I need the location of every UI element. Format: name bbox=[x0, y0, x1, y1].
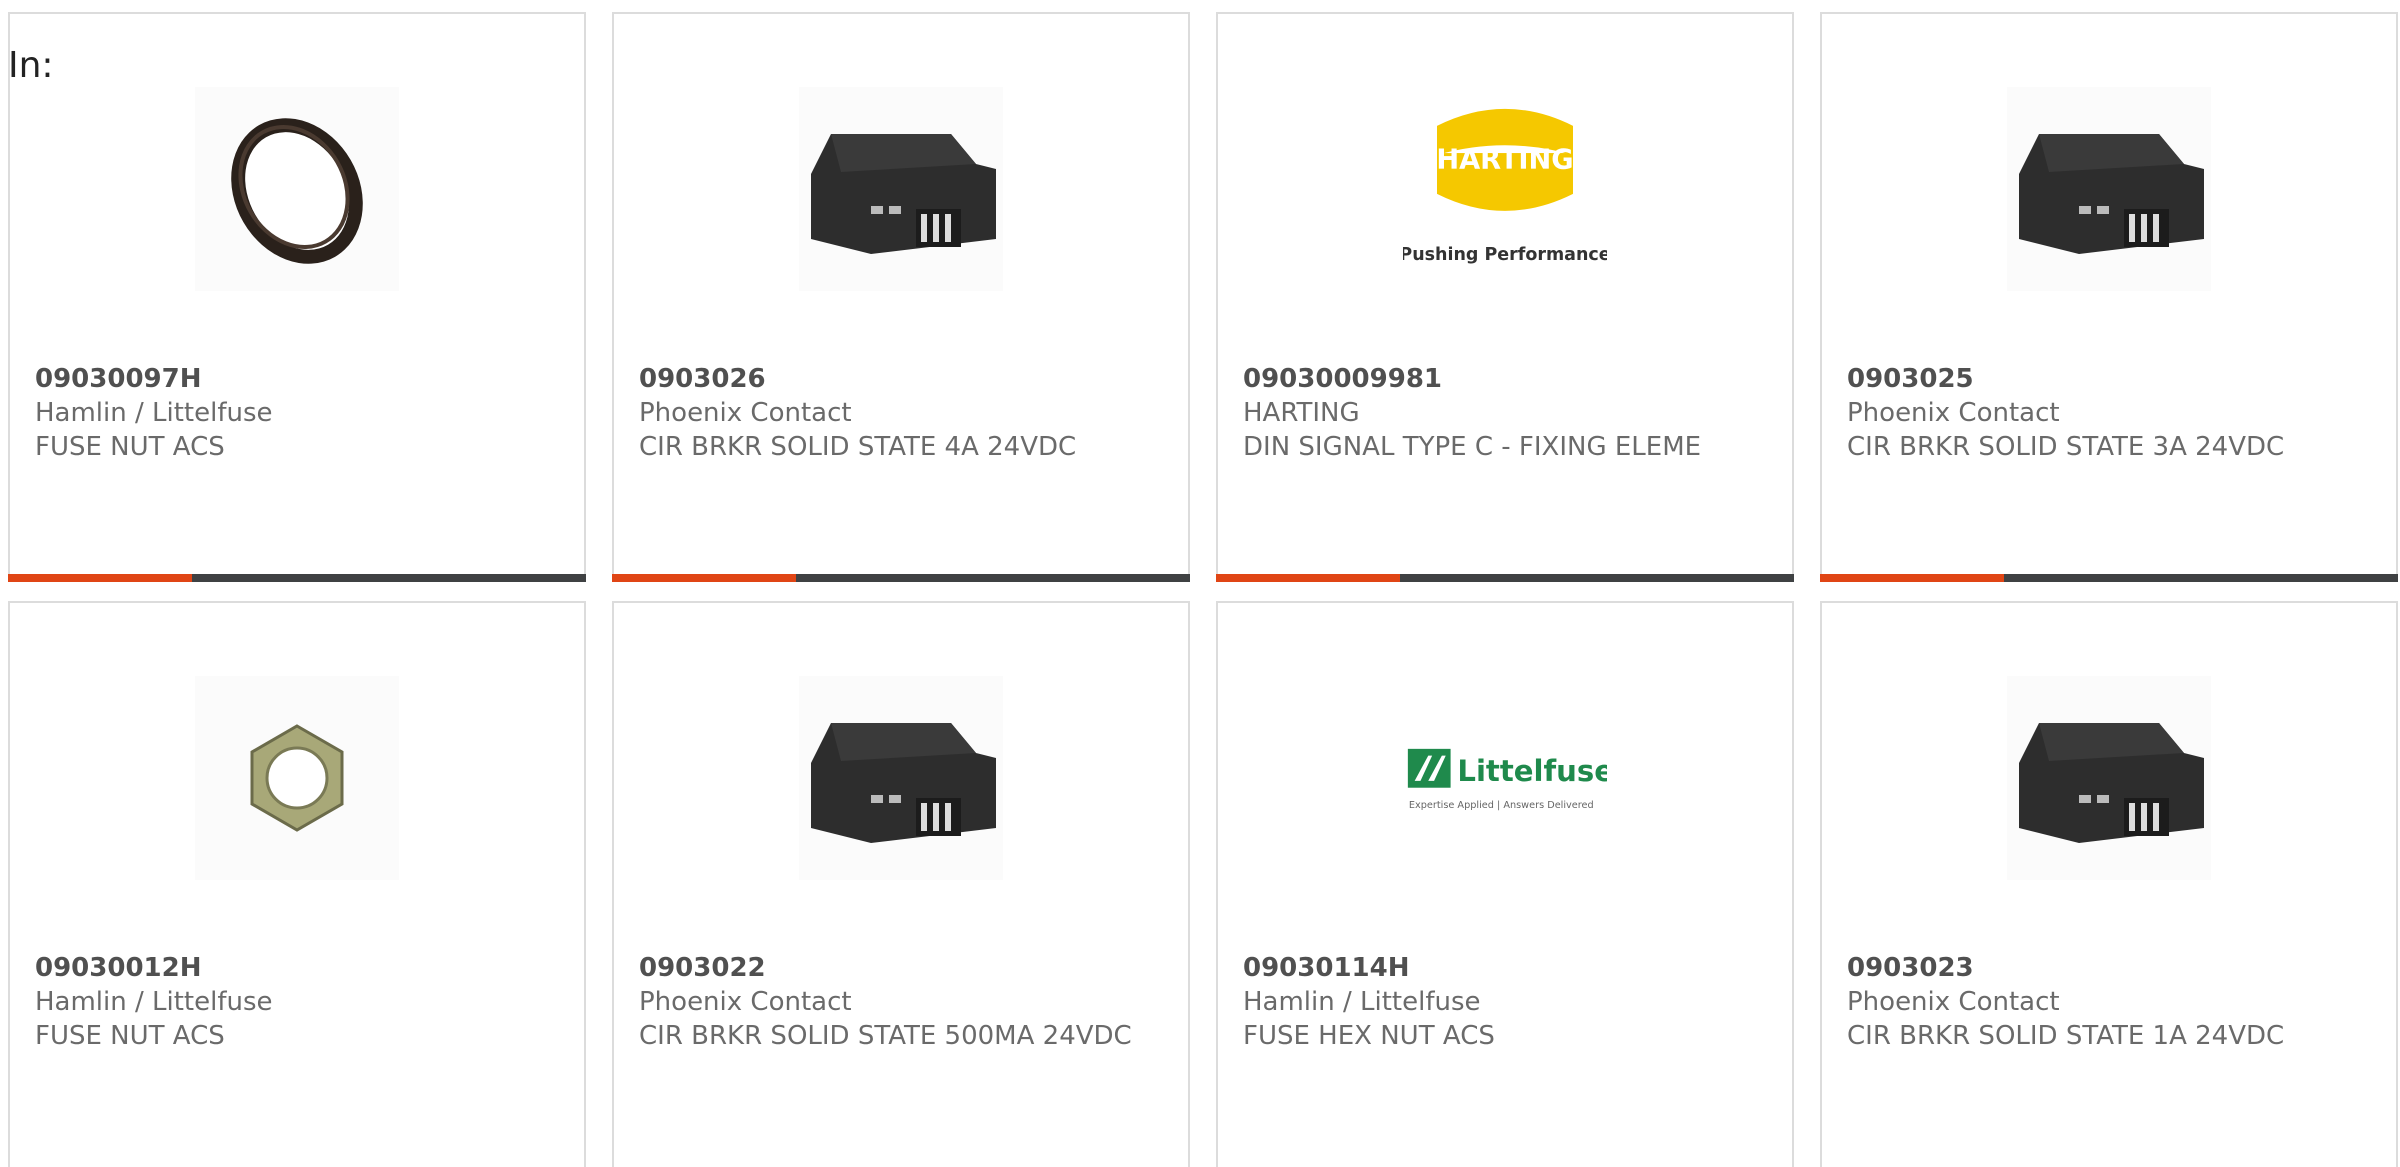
product-image[interactable]: HARTING Pushing Performance bbox=[1403, 87, 1607, 291]
product-image[interactable] bbox=[2007, 676, 2211, 880]
product-info: 09030097H Hamlin / Littelfuse FUSE NUT A… bbox=[35, 362, 564, 464]
part-number[interactable]: 0903025 bbox=[1847, 362, 2376, 396]
littelfuse-logo-text: Littelfuse bbox=[1457, 754, 1607, 788]
card-accent-bar bbox=[1820, 574, 2004, 582]
product-info: 09030114H Hamlin / Littelfuse FUSE HEX N… bbox=[1243, 951, 1772, 1053]
brand-name: Hamlin / Littelfuse bbox=[35, 398, 273, 428]
product-description: CIR BRKR SOLID STATE 3A 24VDC bbox=[1847, 432, 2285, 462]
card-footer-bar bbox=[1216, 574, 1794, 582]
product-image[interactable] bbox=[799, 676, 1003, 880]
product-description: DIN SIGNAL TYPE C - FIXING ELEME bbox=[1243, 432, 1702, 462]
part-number[interactable]: 09030097H bbox=[35, 362, 564, 396]
product-image[interactable] bbox=[799, 87, 1003, 291]
product-info: 0903025 Phoenix Contact CIR BRKR SOLID S… bbox=[1847, 362, 2376, 464]
product-description: CIR BRKR SOLID STATE 1A 24VDC bbox=[1847, 1021, 2285, 1051]
brand-name: Hamlin / Littelfuse bbox=[1243, 987, 1481, 1017]
product-card[interactable]: 09030012H Hamlin / Littelfuse FUSE NUT A… bbox=[8, 601, 586, 1167]
brand-name: Phoenix Contact bbox=[639, 987, 852, 1017]
in-filter-label: In: bbox=[8, 45, 54, 86]
product-grid: 09030097H Hamlin / Littelfuse FUSE NUT A… bbox=[0, 0, 2400, 1167]
card-accent-bar bbox=[1216, 574, 1400, 582]
product-card[interactable]: 0903022 Phoenix Contact CIR BRKR SOLID S… bbox=[612, 601, 1190, 1167]
part-number[interactable]: 0903023 bbox=[1847, 951, 2376, 985]
harting-logo-text: HARTING bbox=[1436, 145, 1573, 176]
brand-name: Hamlin / Littelfuse bbox=[35, 987, 273, 1017]
hex-nut-icon bbox=[250, 724, 344, 832]
part-number[interactable]: 09030012H bbox=[35, 951, 564, 985]
part-number[interactable]: 0903026 bbox=[639, 362, 1168, 396]
part-number[interactable]: 09030114H bbox=[1243, 951, 1772, 985]
din-breaker-icon bbox=[2019, 134, 2204, 254]
product-description: CIR BRKR SOLID STATE 500MA 24VDC bbox=[639, 1021, 1132, 1051]
din-breaker-icon bbox=[811, 134, 996, 254]
product-description: CIR BRKR SOLID STATE 4A 24VDC bbox=[639, 432, 1077, 462]
card-footer-bar bbox=[1820, 574, 2398, 582]
product-card[interactable]: HARTING Pushing Performance 09030009981 … bbox=[1216, 12, 1794, 582]
product-info: 09030009981 HARTING DIN SIGNAL TYPE C - … bbox=[1243, 362, 1772, 464]
product-description: FUSE NUT ACS bbox=[35, 1021, 225, 1051]
product-card[interactable]: 0903023 Phoenix Contact CIR BRKR SOLID S… bbox=[1820, 601, 2398, 1167]
product-image[interactable]: Littelfuse Expertise Applied | Answers D… bbox=[1403, 676, 1607, 880]
card-accent-bar bbox=[612, 574, 796, 582]
brand-name: Phoenix Contact bbox=[639, 398, 852, 428]
product-card[interactable]: 09030097H Hamlin / Littelfuse FUSE NUT A… bbox=[8, 12, 586, 582]
card-footer-bar bbox=[612, 574, 1190, 582]
product-image[interactable] bbox=[195, 87, 399, 291]
product-description: FUSE HEX NUT ACS bbox=[1243, 1021, 1495, 1051]
product-info: 09030012H Hamlin / Littelfuse FUSE NUT A… bbox=[35, 951, 564, 1053]
part-number[interactable]: 09030009981 bbox=[1243, 362, 1772, 396]
product-info: 0903022 Phoenix Contact CIR BRKR SOLID S… bbox=[639, 951, 1168, 1053]
littelfuse-logo-icon: Littelfuse Expertise Applied | Answers D… bbox=[1407, 748, 1607, 811]
din-breaker-icon bbox=[2019, 723, 2204, 843]
card-accent-bar bbox=[8, 574, 192, 582]
product-info: 0903023 Phoenix Contact CIR BRKR SOLID S… bbox=[1847, 951, 2376, 1053]
product-card[interactable]: 0903025 Phoenix Contact CIR BRKR SOLID S… bbox=[1820, 12, 2398, 582]
littelfuse-tagline-text: Expertise Applied | Answers Delivered bbox=[1409, 800, 1594, 811]
harting-tagline-text: Pushing Performance bbox=[1403, 245, 1607, 265]
product-image[interactable] bbox=[195, 676, 399, 880]
din-breaker-icon bbox=[811, 723, 996, 843]
product-image[interactable] bbox=[2007, 87, 2211, 291]
brand-name: Phoenix Contact bbox=[1847, 398, 2060, 428]
round-nut-icon bbox=[231, 118, 363, 264]
harting-logo-icon: HARTING Pushing Performance bbox=[1403, 108, 1607, 265]
product-info: 0903026 Phoenix Contact CIR BRKR SOLID S… bbox=[639, 362, 1168, 464]
brand-name: HARTING bbox=[1243, 398, 1360, 428]
product-results-page: In: 09030097H Hamlin / Littelfuse FUSE N… bbox=[0, 0, 2400, 1167]
product-description: FUSE NUT ACS bbox=[35, 432, 225, 462]
brand-name: Phoenix Contact bbox=[1847, 987, 2060, 1017]
part-number[interactable]: 0903022 bbox=[639, 951, 1168, 985]
card-footer-bar bbox=[8, 574, 586, 582]
product-card[interactable]: Littelfuse Expertise Applied | Answers D… bbox=[1216, 601, 1794, 1167]
product-card[interactable]: 0903026 Phoenix Contact CIR BRKR SOLID S… bbox=[612, 12, 1190, 582]
